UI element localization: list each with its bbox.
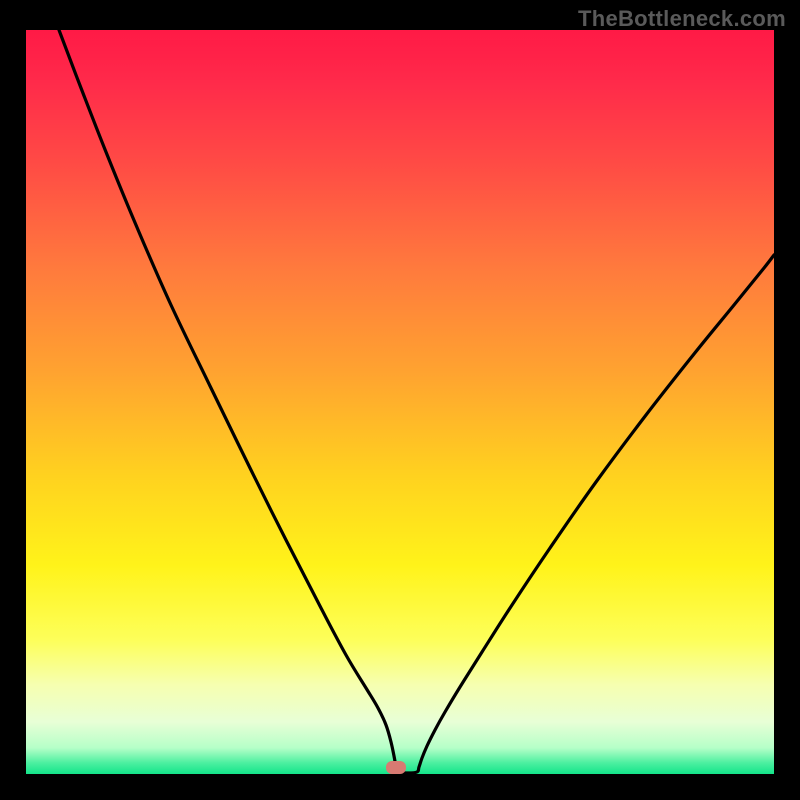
chart-frame: TheBottleneck.com (0, 0, 800, 800)
watermark-text: TheBottleneck.com (578, 6, 786, 32)
bottleneck-curve (26, 30, 774, 774)
plot-area (26, 30, 774, 774)
optimal-point-marker (386, 761, 406, 774)
